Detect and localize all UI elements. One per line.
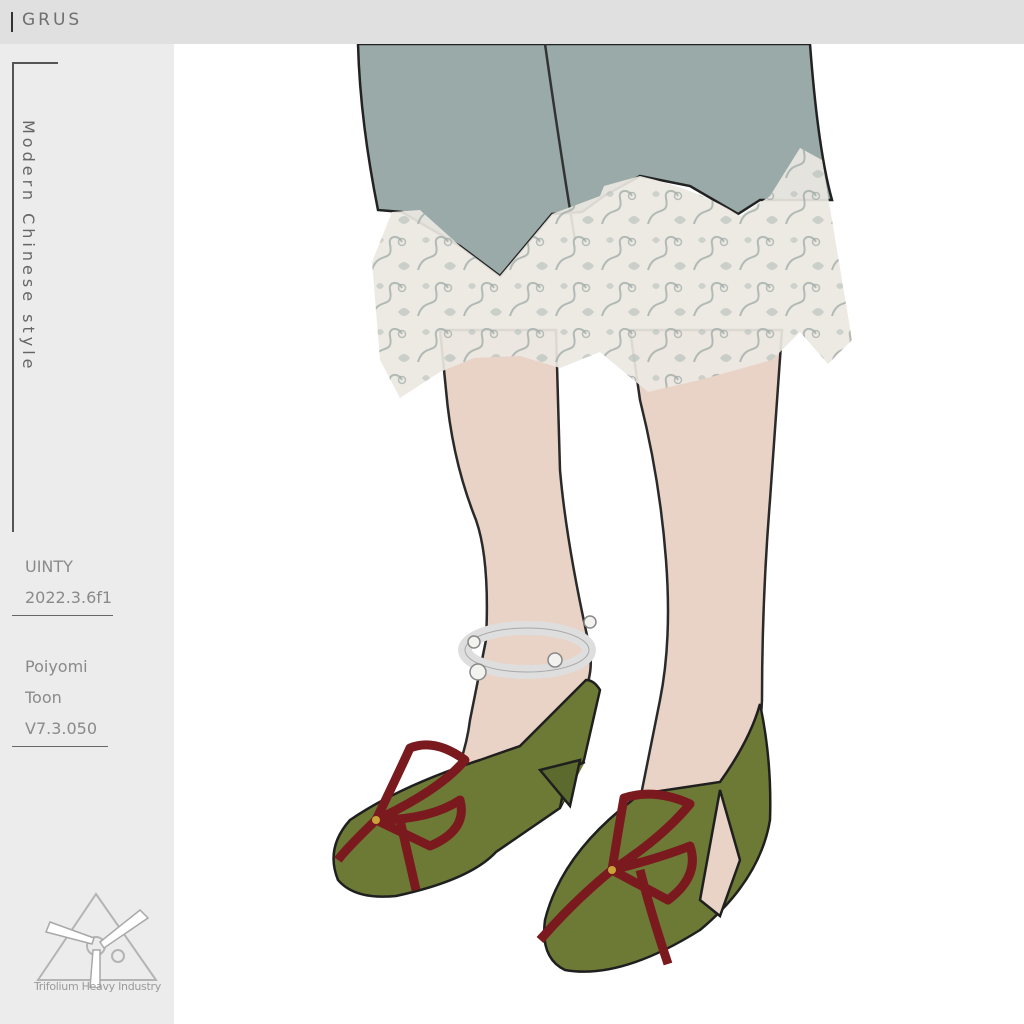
- style-label: Modern Chinese style: [19, 120, 38, 373]
- sidebar-vertical-rule: [12, 62, 14, 532]
- engine-version: 2022.3.6f1: [25, 588, 113, 607]
- shader-name-line1: Poiyomi: [25, 657, 88, 676]
- shader-version: V7.3.050: [25, 719, 98, 738]
- sidebar: Modern Chinese style: [0, 44, 174, 1024]
- engine-rule: [12, 615, 113, 616]
- shader-name-line2: Toon: [25, 688, 62, 707]
- legs: [438, 328, 784, 822]
- trifolium-logo-icon: [36, 892, 158, 988]
- shader-rule: [12, 746, 108, 747]
- company-name: Trifolium Heavy Industry: [34, 980, 161, 993]
- brand-title: GRUS: [22, 10, 83, 30]
- product-render: [332, 44, 852, 973]
- skirt: [356, 44, 852, 398]
- top-bar: GRUS: [0, 0, 1024, 44]
- brand-marker: [11, 12, 13, 32]
- left-shoe: [332, 678, 602, 898]
- engine-name: UINTY: [25, 557, 73, 576]
- sidebar-top-rule: [12, 62, 58, 64]
